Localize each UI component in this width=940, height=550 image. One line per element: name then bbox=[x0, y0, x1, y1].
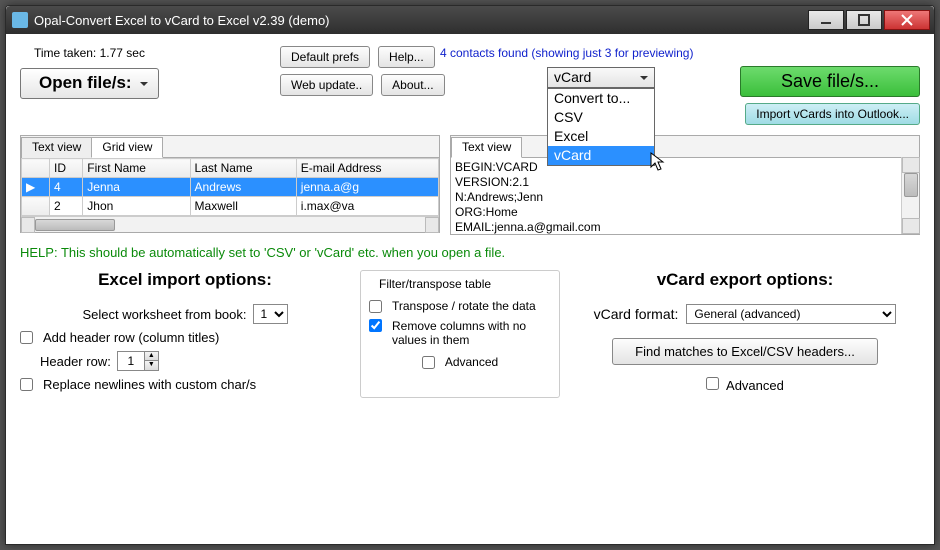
spin-up[interactable]: ▲ bbox=[144, 352, 158, 361]
col-email[interactable]: E-mail Address bbox=[296, 159, 438, 178]
convert-option[interactable]: Convert to... bbox=[548, 89, 654, 108]
vcard-export-options: vCard export options: vCard format: Gene… bbox=[570, 270, 920, 398]
transpose-label: Transpose / rotate the data bbox=[392, 299, 536, 313]
vcard-format-select[interactable]: General (advanced) bbox=[686, 304, 896, 324]
help-hint: HELP: This should be automatically set t… bbox=[20, 245, 920, 260]
filter-transpose-group: Filter/transpose table Transpose / rotat… bbox=[360, 270, 560, 398]
remove-empty-checkbox[interactable] bbox=[369, 319, 382, 332]
open-files-button[interactable]: Open file/s: bbox=[20, 68, 159, 99]
preview-v-scrollbar[interactable] bbox=[901, 157, 919, 234]
vcard-preview-text[interactable]: BEGIN:VCARDVERSION:2.1N:Andrews;JennORG:… bbox=[451, 158, 919, 234]
convert-option[interactable]: vCard bbox=[548, 146, 654, 165]
web-update-button[interactable]: Web update.. bbox=[280, 74, 373, 96]
vcard-title: vCard export options: bbox=[570, 270, 920, 290]
convert-format-popup[interactable]: Convert to...CSVExcelvCard bbox=[547, 88, 655, 166]
filter-advanced-label: Advanced bbox=[445, 355, 498, 369]
col-first-name[interactable]: First Name bbox=[83, 159, 190, 178]
select-worksheet-label: Select worksheet from book: bbox=[82, 307, 246, 322]
tab-preview-text[interactable]: Text view bbox=[451, 137, 522, 158]
tab-text-view[interactable]: Text view bbox=[21, 137, 92, 158]
source-grid-panel: Text view Grid view ID First Name Last N… bbox=[20, 135, 440, 233]
table-row[interactable]: 2JhonMaxwelli.max@va bbox=[22, 197, 439, 216]
tab-grid-view[interactable]: Grid view bbox=[91, 137, 163, 158]
filter-advanced-checkbox[interactable] bbox=[422, 356, 435, 369]
worksheet-select[interactable]: 1 bbox=[253, 304, 288, 324]
app-window: Opal-Convert Excel to vCard to Excel v2.… bbox=[5, 5, 935, 545]
transpose-checkbox[interactable] bbox=[369, 300, 382, 313]
vcard-advanced-checkbox[interactable] bbox=[706, 377, 719, 390]
convert-format-dropdown[interactable]: vCard Convert to...CSVExcelvCard bbox=[547, 67, 655, 166]
excel-title: Excel import options: bbox=[20, 270, 350, 290]
contacts-found-label: 4 contacts found (showing just 3 for pre… bbox=[430, 46, 693, 60]
filter-legend: Filter/transpose table bbox=[375, 277, 495, 291]
remove-empty-label: Remove columns with no values in them bbox=[392, 319, 551, 347]
help-button[interactable]: Help... bbox=[378, 46, 435, 68]
replace-newlines-checkbox[interactable] bbox=[20, 378, 33, 391]
convert-option[interactable]: CSV bbox=[548, 108, 654, 127]
client-area: Time taken: 1.77 sec Open file/s: Defaul… bbox=[6, 34, 934, 544]
app-icon bbox=[12, 12, 28, 28]
grid-h-scrollbar[interactable] bbox=[21, 216, 439, 232]
find-matches-button[interactable]: Find matches to Excel/CSV headers... bbox=[612, 338, 878, 365]
default-prefs-button[interactable]: Default prefs bbox=[280, 46, 370, 68]
spin-down[interactable]: ▼ bbox=[144, 361, 158, 370]
minimize-button[interactable] bbox=[808, 10, 844, 30]
vcard-advanced-label: Advanced bbox=[726, 378, 784, 393]
import-outlook-button[interactable]: Import vCards into Outlook... bbox=[745, 103, 920, 125]
vcard-format-label: vCard format: bbox=[594, 306, 679, 322]
save-files-button[interactable]: Save file/s... bbox=[740, 66, 920, 97]
close-button[interactable] bbox=[884, 10, 930, 30]
header-row-spinner[interactable]: ▲▼ bbox=[117, 351, 159, 371]
col-last-name[interactable]: Last Name bbox=[190, 159, 296, 178]
header-row-input[interactable] bbox=[118, 352, 144, 370]
add-header-label: Add header row (column titles) bbox=[43, 330, 219, 345]
source-grid[interactable]: ID First Name Last Name E-mail Address ▶… bbox=[21, 158, 439, 216]
titlebar: Opal-Convert Excel to vCard to Excel v2.… bbox=[6, 6, 934, 34]
table-row[interactable]: ▶4JennaAndrewsjenna.a@g bbox=[22, 178, 439, 197]
excel-import-options: Excel import options: Select worksheet f… bbox=[20, 270, 350, 398]
maximize-button[interactable] bbox=[846, 10, 882, 30]
preview-panel: Text view BEGIN:VCARDVERSION:2.1N:Andrew… bbox=[450, 135, 920, 235]
replace-newlines-label: Replace newlines with custom char/s bbox=[43, 377, 256, 392]
header-row-label: Header row: bbox=[40, 354, 111, 369]
col-id[interactable]: ID bbox=[50, 159, 83, 178]
window-title: Opal-Convert Excel to vCard to Excel v2.… bbox=[34, 13, 330, 28]
convert-option[interactable]: Excel bbox=[548, 127, 654, 146]
time-taken-label: Time taken: 1.77 sec bbox=[34, 46, 280, 60]
convert-format-selected[interactable]: vCard bbox=[547, 67, 655, 88]
add-header-checkbox[interactable] bbox=[20, 331, 33, 344]
